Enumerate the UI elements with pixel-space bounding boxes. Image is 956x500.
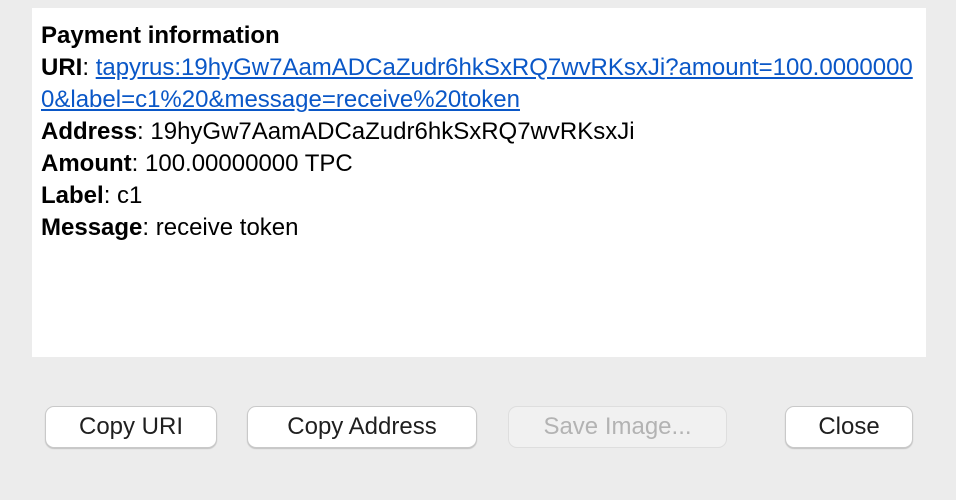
- message-label: Message: [41, 214, 143, 241]
- address-separator: :: [137, 118, 151, 145]
- label-value: c1: [117, 182, 143, 209]
- uri-separator: :: [82, 54, 96, 81]
- copy-uri-button[interactable]: Copy URI: [45, 406, 217, 448]
- address-row: Address: 19hyGw7AamADCaZudr6hkSxRQ7wvRKs…: [41, 116, 916, 148]
- save-image-button[interactable]: Save Image...: [508, 406, 727, 448]
- message-value: receive token: [155, 214, 299, 241]
- amount-row: Amount: 100.00000000 TPC: [41, 148, 916, 180]
- label-separator: :: [103, 182, 118, 209]
- payment-info-heading: Payment information: [41, 22, 280, 49]
- amount-value: 100.00000000 TPC: [145, 150, 353, 177]
- close-button[interactable]: Close: [785, 406, 913, 448]
- message-row: Message: receive token: [41, 212, 916, 244]
- label-label: Label: [41, 182, 104, 209]
- message-separator: :: [142, 214, 156, 241]
- uri-row: URI: tapyrus:19hyGw7AamADCaZudr6hkSxRQ7w…: [41, 52, 913, 116]
- label-row: Label: c1: [41, 180, 916, 212]
- amount-label: Amount: [41, 150, 132, 177]
- address-value: 19hyGw7AamADCaZudr6hkSxRQ7wvRKsxJi: [150, 118, 635, 145]
- uri-link[interactable]: tapyrus:19hyGw7AamADCaZudr6hkSxRQ7wvRKsx…: [41, 54, 913, 113]
- payment-info-panel: Payment information URI: tapyrus:19hyGw7…: [32, 8, 926, 357]
- copy-address-button[interactable]: Copy Address: [247, 406, 477, 448]
- uri-label: URI: [41, 54, 83, 81]
- amount-separator: :: [131, 150, 145, 177]
- address-label: Address: [41, 118, 138, 145]
